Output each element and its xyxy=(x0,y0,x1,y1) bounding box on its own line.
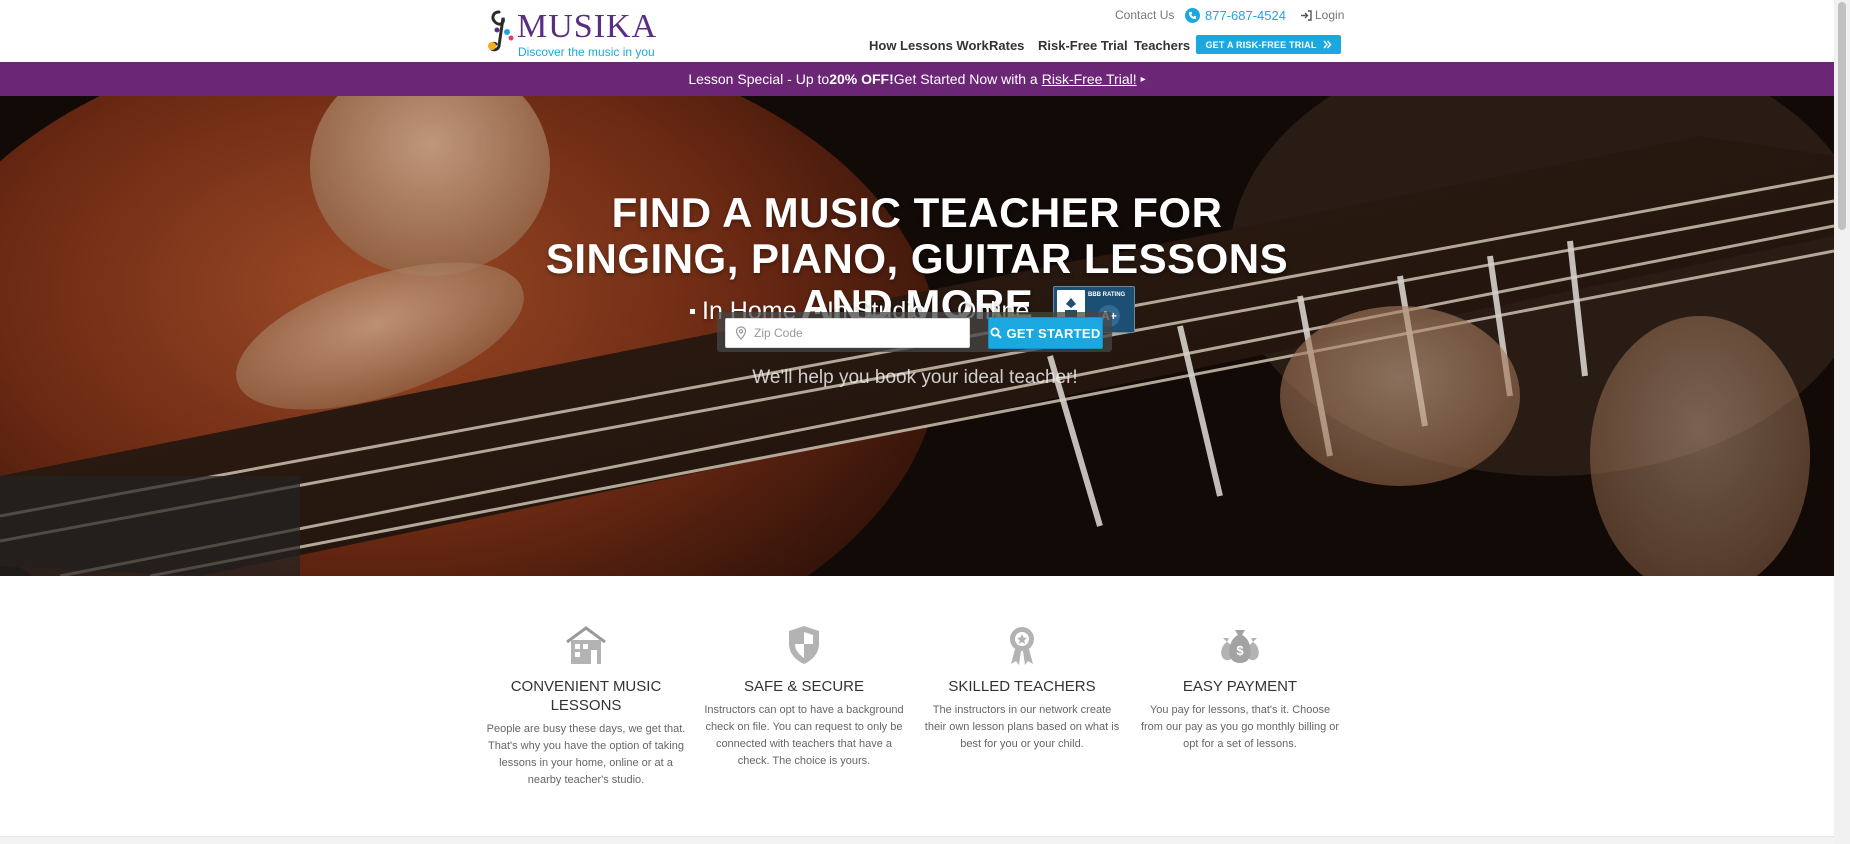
phone-link[interactable]: 877-687-4524 xyxy=(1185,6,1286,24)
money-bags-icon: $ xyxy=(1221,630,1259,663)
page-scrollbar[interactable] xyxy=(1834,0,1850,844)
house-icon xyxy=(566,626,606,664)
feature-description: The instructors in our network create th… xyxy=(924,704,1120,750)
map-pin-icon xyxy=(735,326,747,340)
contact-us-link[interactable]: Contact Us xyxy=(1115,6,1174,24)
bullet-square-icon xyxy=(690,308,695,314)
login-label: Login xyxy=(1315,8,1345,22)
feature-description: Instructors can opt to have a background… xyxy=(704,704,904,767)
nav-rates[interactable]: Rates xyxy=(989,38,1024,54)
promo-middle: Get Started Now with a xyxy=(893,71,1038,87)
promo-prefix: Lesson Special - Up to xyxy=(688,71,830,87)
nav-how-lessons-work[interactable]: How Lessons Work xyxy=(869,38,989,54)
promo-trial-link[interactable]: Risk-Free Trial! xyxy=(1042,71,1137,87)
feature-description: People are busy these days, we get that.… xyxy=(486,723,686,786)
feature-title: EASY PAYMENT xyxy=(1182,678,1298,695)
zip-code-input[interactable] xyxy=(725,318,970,348)
features-section: CONVENIENT MUSIC LESSONS People are busy… xyxy=(0,576,1834,836)
hero-subtitle: We'll help you book your ideal teacher! xyxy=(752,367,1078,388)
award-ribbon-icon xyxy=(1010,627,1034,665)
logo-tagline: Discover the music in you xyxy=(518,45,655,59)
feature-title: SAFE & SECURE xyxy=(743,678,865,695)
phone-icon xyxy=(1185,7,1200,23)
nav-risk-free-trial[interactable]: Risk-Free Trial xyxy=(1038,38,1128,54)
shield-icon xyxy=(789,626,819,664)
section-divider xyxy=(0,836,1834,844)
logo-name: MUSIKA xyxy=(517,8,658,45)
scrollbar-thumb[interactable] xyxy=(1838,2,1846,230)
login-icon xyxy=(1301,9,1312,21)
promo-banner[interactable]: Lesson Special - Up to 20% OFF! Get Star… xyxy=(0,62,1834,96)
get-started-button[interactable]: GET STARTED xyxy=(988,317,1103,349)
phone-number: 877-687-4524 xyxy=(1205,7,1286,23)
site-logo[interactable]: MUSIKA Discover the music in you xyxy=(485,8,658,59)
bbb-label: BBB RATING xyxy=(1088,292,1126,298)
risk-free-trial-button-label: GET A RISK-FREE TRIAL xyxy=(1205,39,1317,50)
svg-text:$: $ xyxy=(1236,643,1244,658)
music-note-icon xyxy=(488,10,514,52)
double-chevron-right-icon xyxy=(1322,40,1331,49)
risk-free-trial-button[interactable]: GET A RISK-FREE TRIAL xyxy=(1196,35,1341,54)
login-link[interactable]: Login xyxy=(1300,6,1344,24)
caret-right-icon: ▸ xyxy=(1140,73,1146,85)
promo-discount: 20% OFF! xyxy=(829,71,894,87)
get-started-label: GET STARTED xyxy=(1006,325,1101,341)
search-icon xyxy=(990,327,1003,339)
feature-description: You pay for lessons, that's it. Choose f… xyxy=(1140,704,1340,750)
feature-title: CONVENIENT MUSIC LESSONS xyxy=(510,678,662,714)
nav-teachers[interactable]: Teachers xyxy=(1134,38,1190,54)
site-header: MUSIKA Discover the music in you Contact… xyxy=(0,0,1834,62)
feature-title: SKILLED TEACHERS xyxy=(948,678,1096,695)
